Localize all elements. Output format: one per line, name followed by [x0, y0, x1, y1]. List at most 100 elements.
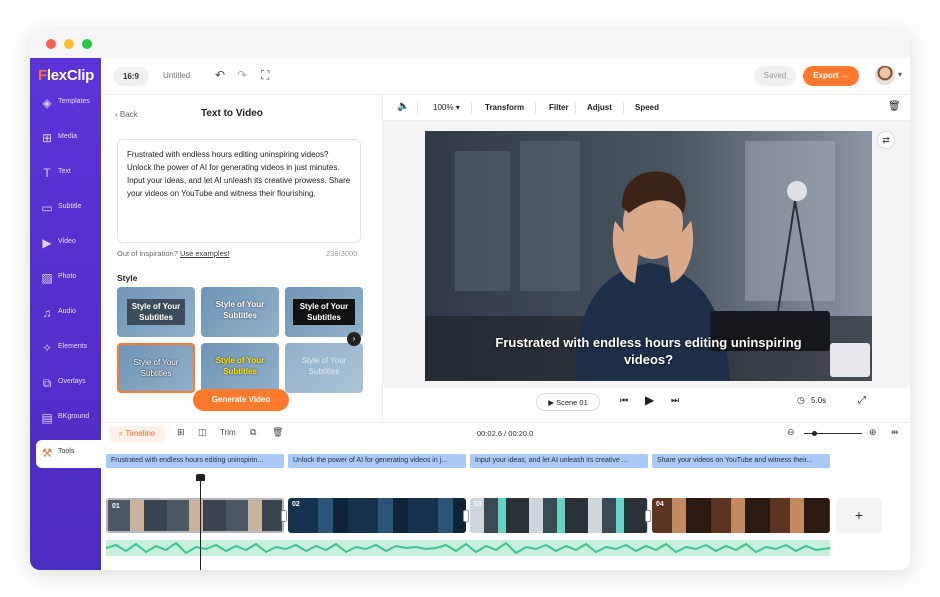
trim-button[interactable]: Trim — [220, 428, 236, 437]
sidebar-item-bkground[interactable]: ▤ BKground — [30, 405, 101, 433]
volume-icon[interactable]: 🔈 — [397, 101, 409, 112]
back-label: Back — [119, 110, 138, 119]
sidebar-item-label: Media — [58, 133, 78, 140]
fit-screen-icon[interactable]: ⤢ — [858, 395, 866, 406]
style-card-1[interactable]: Style of Your Subtitles — [117, 287, 195, 337]
sidebar-item-media[interactable]: ⊞ Media — [30, 125, 101, 153]
scene-label: Scene 01 — [556, 398, 588, 407]
fit-timeline-icon[interactable]: ⇹ — [891, 427, 899, 438]
back-button[interactable]: ‹ Back — [115, 110, 138, 119]
duplicate-icon[interactable]: ⧉ — [250, 427, 256, 438]
trash-icon[interactable]: 🗑 — [888, 101, 901, 112]
timeline-toolbar: ⌕ Timeline ⊞ ◫ Trim ⧉ 🗑 00:02.6 / 00:20.… — [101, 422, 910, 444]
clock-icon: ◷ — [797, 395, 805, 405]
preview-stage: Frustrated with endless hours editing un… — [383, 121, 910, 388]
subtitle-chip[interactable]: Unlock the power of AI for generating vi… — [288, 454, 466, 468]
transition-handle[interactable] — [281, 510, 287, 522]
clip-01[interactable]: 01 — [106, 498, 284, 533]
script-textarea[interactable]: Frustrated with endless hours editing un… — [117, 139, 361, 243]
clip-number: 01 — [112, 503, 120, 510]
add-scene-icon[interactable]: ⊞ — [177, 427, 185, 438]
split-icon[interactable]: ◫ — [198, 427, 207, 438]
undo-icon[interactable]: ↶ — [215, 68, 225, 82]
sidebar-item-label: Tools — [58, 448, 75, 455]
clip-number: 02 — [292, 501, 300, 508]
sidebar-item-video[interactable]: ▶ Video — [30, 230, 101, 258]
subtitle-chip[interactable]: Input your ideas, and let AI unleash its… — [470, 454, 648, 468]
style-card-label: Style of Your Subtitles — [127, 299, 185, 325]
background-icon: ▤ — [41, 411, 53, 425]
scene-duration[interactable]: 5.0s — [811, 396, 826, 405]
add-clip-button[interactable]: + — [836, 498, 882, 533]
subtitle-chip[interactable]: Share your videos on YouTube and witness… — [652, 454, 830, 468]
clip-03[interactable]: 03 — [470, 498, 648, 533]
skip-forward-icon[interactable]: ⏭ — [671, 395, 679, 406]
style-card-5[interactable]: Style of Your Subtitles — [201, 343, 279, 393]
elements-icon: ✧ — [41, 341, 53, 355]
sidebar-item-elements[interactable]: ✧ Elements — [30, 335, 101, 363]
close-window-dot[interactable] — [46, 39, 56, 49]
style-card-6[interactable]: Style of Your Subtitles — [285, 343, 363, 393]
maximize-window-dot[interactable] — [82, 39, 92, 49]
aspect-ratio-button[interactable]: 16:9 — [113, 67, 149, 86]
sidebar-item-subtitle[interactable]: ▭ Subtitle — [30, 195, 101, 223]
generate-video-button[interactable]: Generate Video — [193, 389, 289, 411]
clip-04[interactable]: 04 — [652, 498, 830, 533]
play-icon[interactable]: ▶ — [645, 393, 654, 407]
flexclip-logo: FlexClip — [38, 67, 94, 84]
avatar[interactable] — [875, 65, 895, 85]
overlays-icon: ⧉ — [42, 376, 52, 390]
minimize-window-dot[interactable] — [64, 39, 74, 49]
zoom-select[interactable]: 100% ▾ — [433, 103, 460, 112]
divider — [417, 102, 418, 114]
sidebar-item-photo[interactable]: ▨ Photo — [30, 265, 101, 293]
speed-button[interactable]: Speed — [635, 103, 659, 112]
sidebar-item-text[interactable]: T Text — [30, 160, 101, 188]
video-preview[interactable]: Frustrated with endless hours editing un… — [425, 131, 872, 381]
character-counter: 238/3000 — [326, 249, 358, 258]
delete-icon[interactable]: 🗑 — [272, 427, 283, 438]
audio-track[interactable] — [106, 540, 830, 556]
clip-number: 04 — [656, 501, 664, 508]
project-name[interactable]: Untitled — [163, 71, 190, 80]
zoom-in-icon[interactable]: ⊕ — [869, 427, 877, 438]
export-button[interactable]: Export → — [803, 66, 859, 86]
chevron-down-icon[interactable]: ▾ — [898, 70, 902, 79]
tools-icon: ⚒ — [41, 446, 53, 460]
sidebar-item-label: Elements — [58, 343, 88, 350]
transition-handle[interactable] — [645, 510, 651, 522]
sidebar-item-tools[interactable]: ⚒ Tools — [36, 440, 101, 468]
sidebar-item-templates[interactable]: ◈ Templates — [30, 90, 101, 118]
next-styles-arrow[interactable]: › — [347, 332, 361, 346]
use-examples-link[interactable]: Use examples! — [180, 249, 230, 258]
divider — [623, 102, 624, 114]
divider — [575, 102, 576, 114]
saved-status: Saved — [754, 66, 796, 86]
timeline-time: 00:02.6 / 00:20.0 — [477, 429, 534, 438]
zoom-slider-knob[interactable] — [812, 431, 817, 436]
timeline-tab[interactable]: ⌕ Timeline — [109, 426, 165, 442]
subtitle-chip[interactable]: Frustrated with endless hours editing un… — [106, 454, 284, 468]
skip-back-icon[interactable]: ⏮ — [620, 395, 628, 406]
redo-icon[interactable]: ↷ — [237, 68, 247, 82]
adjust-button[interactable]: Adjust — [587, 103, 612, 112]
fullscreen-icon[interactable]: ⛶ — [261, 68, 269, 82]
playhead[interactable] — [200, 474, 201, 570]
video-icon: ▶ — [42, 236, 52, 250]
scene-selector[interactable]: ▶ Scene 01 — [536, 393, 600, 411]
clip-02[interactable]: 02 — [288, 498, 466, 533]
sidebar-item-label: Audio — [58, 308, 76, 315]
transform-button[interactable]: Transform — [485, 103, 524, 112]
style-card-2[interactable]: Style of Your Subtitles — [201, 287, 279, 337]
filter-button[interactable]: Filter — [549, 103, 569, 112]
sidebar-item-label: Text — [58, 168, 71, 175]
photo-icon: ▨ — [41, 271, 53, 285]
timeline-tracks: Frustrated with endless hours editing un… — [101, 444, 910, 570]
sidebar-item-audio[interactable]: ♫ Audio — [30, 300, 101, 328]
zoom-out-icon[interactable]: ⊖ — [787, 427, 795, 438]
style-card-3[interactable]: Style of Your Subtitles — [285, 287, 363, 337]
sidebar-item-overlays[interactable]: ⧉ Overlays — [30, 370, 101, 398]
transition-handle[interactable] — [463, 510, 469, 522]
swap-icon[interactable]: ⇄ — [877, 131, 895, 149]
style-card-4[interactable]: Style of Your Subtitles — [117, 343, 195, 393]
